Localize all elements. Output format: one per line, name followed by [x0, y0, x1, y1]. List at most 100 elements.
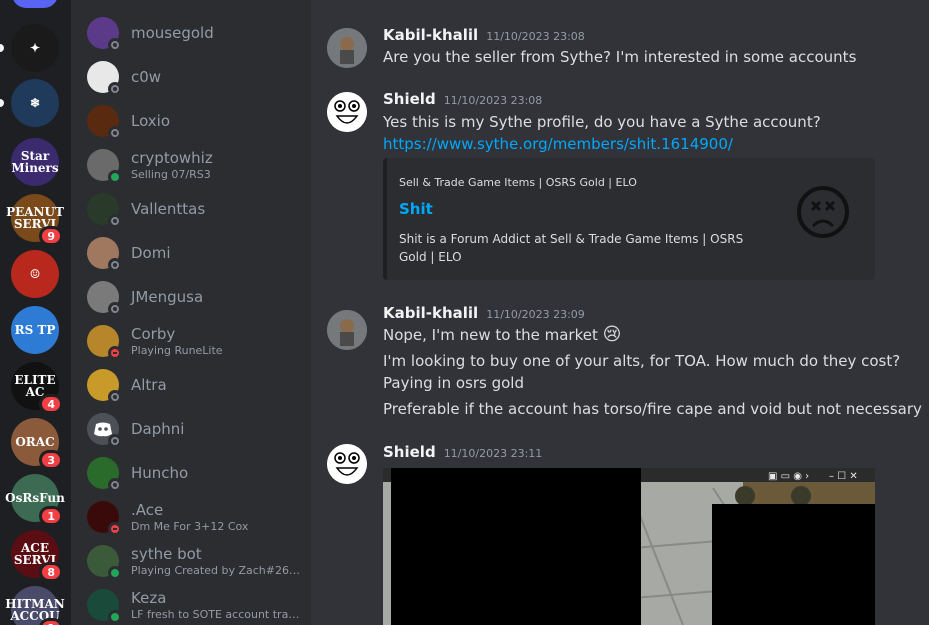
- avatar: [87, 369, 122, 404]
- member-name: Altra: [131, 376, 167, 394]
- member-name: mousegold: [131, 24, 214, 42]
- message-author[interactable]: Shield: [383, 443, 436, 461]
- member-item[interactable]: JMengusa: [79, 276, 303, 318]
- server-rail: ✦ ❄ Star Miners PEANUT SERVI 9 ☺ RS TP ELITE AC…: [0, 0, 71, 625]
- server-icon[interactable]: RS TP: [11, 306, 59, 354]
- embed-provider[interactable]: Sell & Trade Game Items | OSRS Gold | EL…: [399, 176, 637, 189]
- user-avatar[interactable]: [327, 444, 367, 484]
- embed-thumbnail[interactable]: [795, 184, 851, 240]
- message-text-part: Nope, I'm new to the market: [383, 326, 598, 344]
- svg-text:▣ ▭ ◉ ›: ▣ ▭ ◉ ›: [768, 471, 809, 482]
- status-indicator-icon: [108, 126, 122, 140]
- member-item[interactable]: cryptowhiz Selling 07/RS3: [79, 144, 303, 186]
- member-name: sythe bot: [131, 545, 202, 563]
- home-button[interactable]: [12, 0, 58, 8]
- user-avatar[interactable]: [327, 28, 367, 68]
- status-indicator-icon: [108, 258, 122, 272]
- member-name: cryptowhiz: [131, 149, 213, 167]
- message-author[interactable]: Kabil-khalil: [383, 26, 478, 44]
- message-link[interactable]: https://www.sythe.org/members/shit.16149…: [383, 134, 733, 154]
- status-indicator-icon: [108, 170, 122, 184]
- message-text: I'm looking to buy one of your alts, for…: [383, 352, 901, 370]
- avatar: [87, 61, 122, 96]
- avatar: [87, 281, 122, 316]
- member-name: .Ace: [131, 501, 164, 519]
- member-item[interactable]: Loxio: [79, 100, 303, 142]
- mention-badge: 8: [39, 562, 63, 582]
- member-item[interactable]: mousegold: [79, 12, 303, 54]
- message-timestamp: 11/10/2023 23:08: [443, 94, 543, 107]
- message-author[interactable]: Kabil-khalil: [383, 304, 478, 322]
- mention-badge: 3: [39, 450, 63, 470]
- server-icon[interactable]: ✦: [11, 24, 59, 72]
- server-glyph: ORAC: [15, 435, 55, 449]
- member-item[interactable]: Keza LF fresh to SOTE account trai...: [79, 584, 303, 625]
- member-item[interactable]: Huncho: [79, 452, 303, 494]
- user-avatar[interactable]: [327, 310, 367, 350]
- status-indicator-icon: [108, 214, 122, 228]
- avatar: [87, 501, 122, 536]
- status-indicator-icon: [108, 82, 122, 96]
- message-author[interactable]: Shield: [383, 90, 436, 108]
- avatar: [87, 105, 122, 140]
- embed-title[interactable]: Shit: [399, 200, 433, 218]
- member-item[interactable]: Altra: [79, 364, 303, 406]
- member-name: Vallenttas: [131, 200, 206, 218]
- member-item[interactable]: Vallenttas: [79, 188, 303, 230]
- server-icon[interactable]: ☺: [11, 250, 59, 298]
- message-text: Yes this is my Sythe profile, do you hav…: [383, 113, 821, 131]
- avatar: [87, 545, 122, 580]
- server-icon[interactable]: HITMAN ACCOU1: [5, 586, 65, 625]
- link-embed: Sell & Trade Game Items | OSRS Gold | EL…: [383, 158, 875, 280]
- message-text: Nope, I'm new to the market 😢: [383, 325, 621, 345]
- avatar: [87, 149, 122, 184]
- member-activity: LF fresh to SOTE account trai...: [131, 608, 301, 621]
- member-name: Huncho: [131, 464, 189, 482]
- member-name: Loxio: [131, 112, 171, 130]
- user-avatar[interactable]: [327, 92, 367, 132]
- message-text: Are you the seller from Sythe? I'm inter…: [383, 48, 857, 66]
- server-icon[interactable]: PEANUT SERVI 9: [6, 194, 64, 246]
- server-icon[interactable]: ACE SERVI 8: [11, 530, 63, 582]
- avatar: [87, 413, 122, 448]
- message-timestamp: 11/10/2023 23:09: [486, 308, 585, 321]
- server-icon[interactable]: OsRsFun 1: [5, 474, 65, 526]
- member-item[interactable]: c0w: [79, 56, 303, 98]
- status-indicator-icon: [108, 38, 122, 52]
- status-indicator-icon: [108, 302, 122, 316]
- image-attachment[interactable]: ▣ ▭ ◉ › – ☐ ✕: [383, 468, 875, 625]
- member-activity: Dm Me For 3+12 Cox: [131, 520, 249, 533]
- member-name: c0w: [131, 68, 162, 86]
- status-indicator-icon: [108, 346, 122, 360]
- member-name: Keza: [131, 589, 167, 607]
- server-icon[interactable]: ❄: [11, 79, 59, 127]
- mention-badge: 1: [39, 506, 63, 526]
- member-item[interactable]: .Ace Dm Me For 3+12 Cox: [79, 496, 303, 538]
- member-item[interactable]: Domi: [79, 232, 303, 274]
- unread-pill: [0, 99, 4, 107]
- status-indicator-icon: [108, 390, 122, 404]
- member-name: Domi: [131, 244, 171, 262]
- member-item[interactable]: Daphni: [79, 408, 303, 450]
- svg-text:– ☐ ✕: – ☐ ✕: [829, 471, 858, 482]
- server-glyph: Star Miners: [11, 149, 59, 175]
- message-text: Paying in osrs gold: [383, 374, 524, 392]
- member-item[interactable]: Corby Playing RuneLite: [79, 320, 303, 362]
- message-text: Preferable if the account has torso/fire…: [383, 400, 922, 418]
- member-item[interactable]: sythe bot Playing Created by Zach#2679: [79, 540, 303, 582]
- avatar: [87, 457, 122, 492]
- member-activity: Selling 07/RS3: [131, 168, 211, 181]
- embed-description: Shit is a Forum Addict at Sell & Trade G…: [399, 232, 744, 264]
- status-indicator-icon: [108, 522, 122, 536]
- member-name: Daphni: [131, 420, 185, 438]
- crying-emoji-icon: 😢: [602, 324, 622, 345]
- server-icon[interactable]: Star Miners: [11, 138, 59, 186]
- avatar: [87, 193, 122, 228]
- server-glyph: ❄: [29, 96, 41, 110]
- member-name: Corby: [131, 325, 176, 343]
- avatar: [87, 589, 122, 624]
- member-list: mousegold c0w Loxio cryptowhiz Selling 07/RS…: [71, 0, 311, 625]
- server-icon[interactable]: ORAC 3: [11, 418, 63, 470]
- avatar: [87, 325, 122, 360]
- server-icon[interactable]: ELITE AC 4: [11, 362, 63, 414]
